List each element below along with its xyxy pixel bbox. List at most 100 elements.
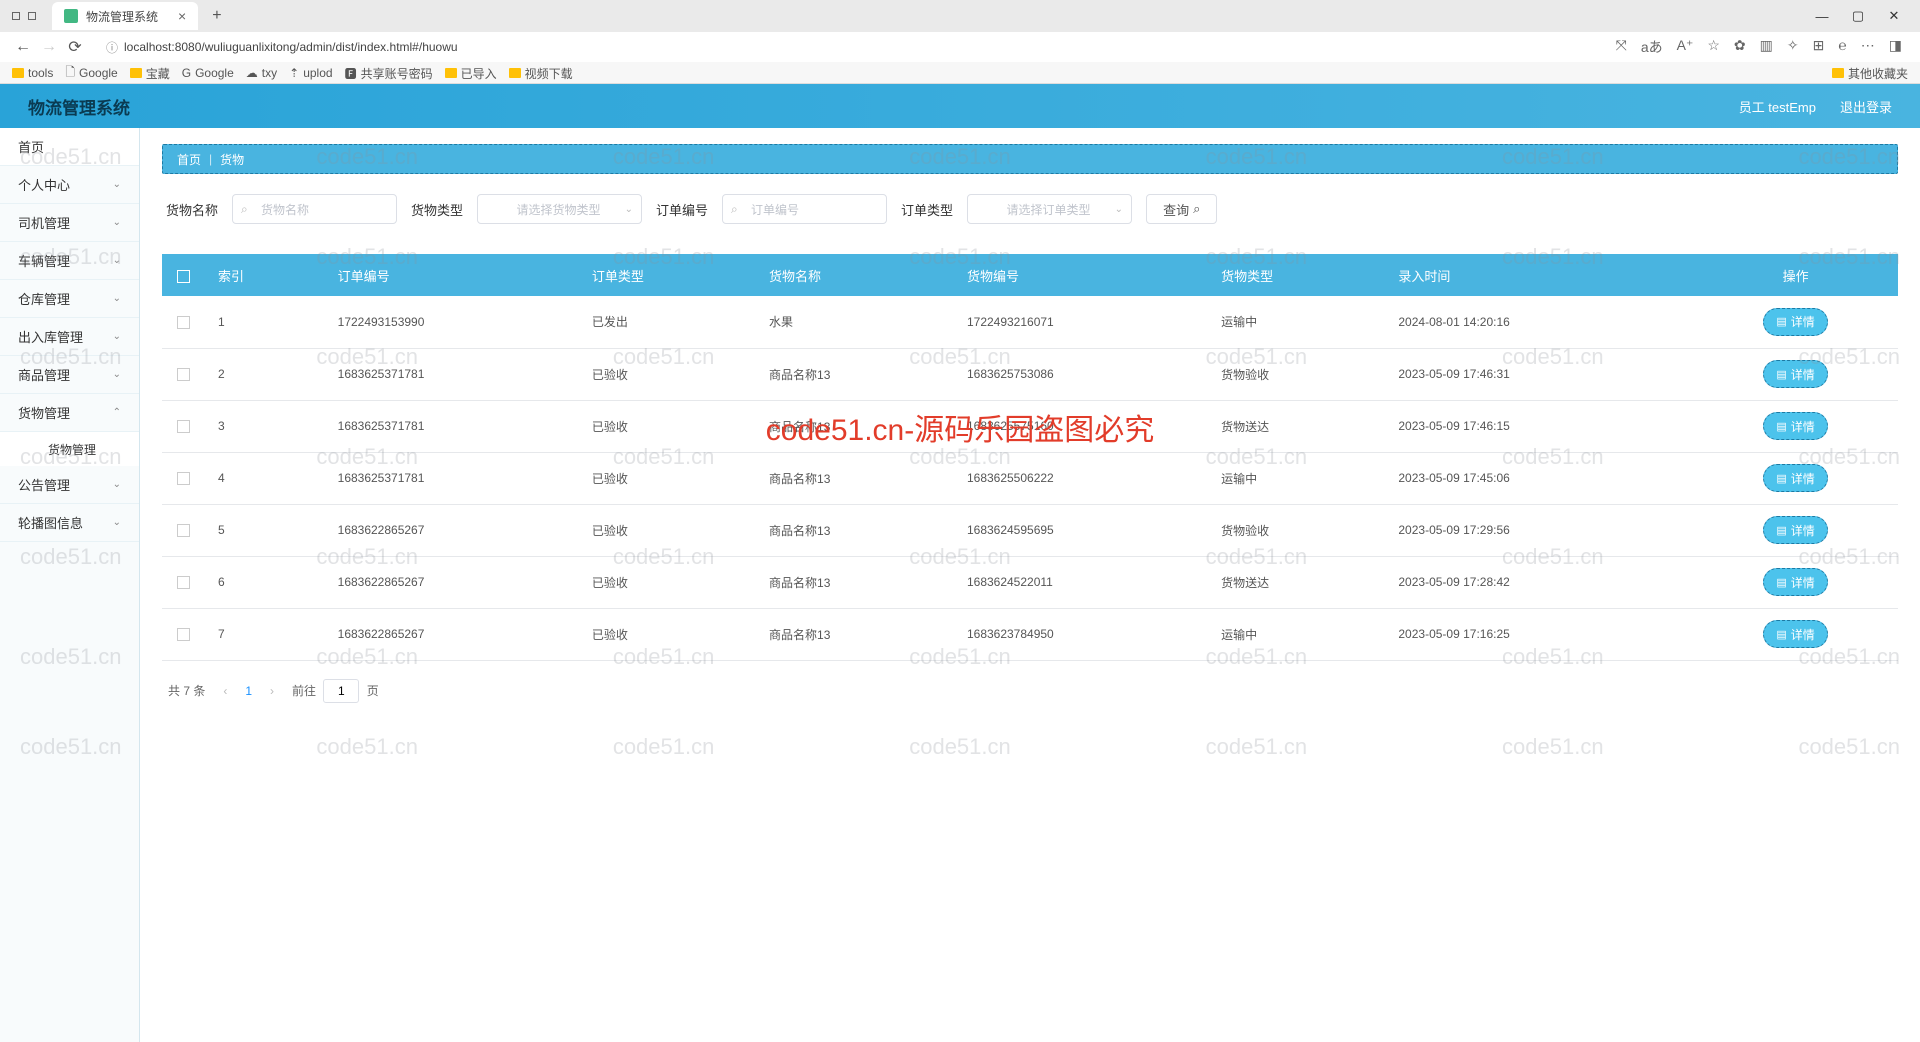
detail-button[interactable]: ▤详情 (1763, 412, 1827, 440)
bookmark-item[interactable]: 🗋 Google (65, 63, 117, 84)
row-checkbox[interactable] (177, 420, 190, 433)
info-icon: ⓘ (106, 39, 118, 56)
detail-button[interactable]: ▤详情 (1763, 516, 1827, 544)
sidebar-item-personal[interactable]: 个人中心⌄ (0, 166, 139, 204)
cell-time: 2023-05-09 17:28:42 (1384, 556, 1693, 608)
detail-button[interactable]: ▤详情 (1763, 360, 1827, 388)
cell-time: 2023-05-09 17:45:06 (1384, 452, 1693, 504)
tab-title: 物流管理系统 (86, 8, 158, 25)
back-button[interactable]: ← (10, 34, 36, 60)
sidebar-icon[interactable]: ◨ (1889, 37, 1902, 57)
cell-orderno: 1683625371781 (324, 400, 578, 452)
row-checkbox[interactable] (177, 316, 190, 329)
pagination: 共 7 条 ‹ 1 › 前往 页 (162, 661, 1898, 721)
detail-button[interactable]: ▤详情 (1763, 568, 1827, 596)
order-no-input[interactable]: ⌕订单编号 (722, 194, 887, 224)
translate-icon[interactable]: ⤧ (1616, 37, 1627, 57)
sidebar-item-cargo[interactable]: 货物管理⌃ (0, 394, 139, 432)
goto-input[interactable] (323, 679, 359, 703)
sidebar-item-notice[interactable]: 公告管理⌄ (0, 466, 139, 504)
col-cargoname: 货物名称 (755, 254, 953, 296)
cell-cargocode: 1683623784950 (953, 608, 1207, 660)
cell-index: 1 (204, 296, 324, 348)
bookmark-item[interactable]: tools (12, 66, 53, 80)
bookmark-item[interactable]: 已导入 (445, 65, 497, 82)
sidebar-item-home[interactable]: 首页 (0, 128, 139, 166)
sidebar-item-vehicle[interactable]: 车辆管理⌄ (0, 242, 139, 280)
detail-button[interactable]: ▤详情 (1763, 620, 1827, 648)
sidebar-item-carousel[interactable]: 轮播图信息⌄ (0, 504, 139, 542)
cell-orderno: 1683625371781 (324, 452, 578, 504)
bookmark-item[interactable]: ⇡ uplod (289, 66, 332, 80)
bookmark-item[interactable]: 🅵 共享账号密码 (345, 65, 433, 82)
sidebar-item-product[interactable]: 商品管理⌄ (0, 356, 139, 394)
user-label[interactable]: 员工 testEmp (1739, 97, 1816, 116)
vue-favicon (64, 9, 78, 23)
menu-icon[interactable]: ⋯ (1861, 37, 1875, 57)
bookmark-item[interactable]: G Google (182, 66, 234, 80)
select-all-checkbox[interactable] (177, 270, 190, 283)
forward-button[interactable]: → (36, 34, 62, 60)
extensions-icon[interactable]: ⊞ (1813, 37, 1825, 57)
detail-button[interactable]: ▤详情 (1763, 308, 1827, 336)
goto-page: 前往 页 (292, 679, 379, 703)
row-checkbox[interactable] (177, 524, 190, 537)
prev-page-button[interactable]: ‹ (219, 684, 231, 698)
order-type-select[interactable]: 请选择订单类型⌄ (967, 194, 1132, 224)
favorite-icon[interactable]: ☆ (1707, 37, 1720, 57)
cell-cargotype: 货物验收 (1207, 504, 1384, 556)
logout-button[interactable]: 退出登录 (1840, 97, 1892, 116)
row-checkbox[interactable] (177, 368, 190, 381)
cell-cargocode: 1722493216071 (953, 296, 1207, 348)
cargo-table: 索引 订单编号 订单类型 货物名称 货物编号 货物类型 录入时间 操作 1 17… (162, 254, 1898, 661)
sidebar-subitem-cargo[interactable]: 货物管理 (0, 432, 139, 466)
settings-icon[interactable]: ✿ (1734, 37, 1746, 57)
table-row: 7 1683622865267 已验收 商品名称13 1683623784950… (162, 608, 1898, 660)
pagination-total: 共 7 条 (168, 682, 205, 699)
split-icon[interactable]: ▥ (1760, 37, 1773, 57)
cell-cargocode: 1683625575160 (953, 400, 1207, 452)
detail-button[interactable]: ▤详情 (1763, 464, 1827, 492)
maximize-button[interactable]: ▢ (1840, 2, 1876, 30)
url-input[interactable]: ⓘ localhost:8080/wuliuguanlixitong/admin… (98, 35, 1606, 59)
new-tab-button[interactable]: + (206, 7, 227, 25)
sidebar-item-driver[interactable]: 司机管理⌄ (0, 204, 139, 242)
cell-orderno: 1683622865267 (324, 608, 578, 660)
collections-icon[interactable]: ✧ (1787, 37, 1799, 57)
row-checkbox[interactable] (177, 576, 190, 589)
minimize-button[interactable]: — (1804, 2, 1840, 30)
text-size-icon[interactable]: A⁺ (1677, 37, 1694, 57)
col-cargocode: 货物编号 (953, 254, 1207, 296)
page-number[interactable]: 1 (245, 684, 252, 698)
sidebar-item-warehouse[interactable]: 仓库管理⌄ (0, 280, 139, 318)
row-checkbox[interactable] (177, 628, 190, 641)
bookmark-item[interactable]: 视频下载 (509, 65, 573, 82)
doc-icon: ▤ (1776, 420, 1786, 433)
cell-index: 6 (204, 556, 324, 608)
cargo-type-select[interactable]: 请选择货物类型⌄ (477, 194, 642, 224)
refresh-button[interactable]: ⟳ (62, 34, 88, 60)
wallet-icon[interactable]: ℮ (1838, 37, 1846, 57)
cell-index: 2 (204, 348, 324, 400)
chevron-down-icon: ⌄ (625, 204, 633, 215)
cell-cargoname: 商品名称13 (755, 452, 953, 504)
next-page-button[interactable]: › (266, 684, 278, 698)
browser-tab[interactable]: 物流管理系统 × (52, 2, 198, 30)
read-aloud-icon[interactable]: aあ (1641, 37, 1663, 57)
bookmark-other[interactable]: 其他收藏夹 (1832, 65, 1908, 82)
bookmark-item[interactable]: ☁ txy (246, 66, 277, 80)
cell-cargocode: 1683625506222 (953, 452, 1207, 504)
search-button[interactable]: 查询⌕ (1146, 194, 1217, 224)
chevron-down-icon: ⌄ (113, 369, 121, 380)
close-window-button[interactable]: ✕ (1876, 2, 1912, 30)
doc-icon: ▤ (1776, 628, 1786, 641)
bookmark-item[interactable]: 宝藏 (130, 65, 170, 82)
sidebar-item-inout[interactable]: 出入库管理⌄ (0, 318, 139, 356)
cell-cargoname: 商品名称13 (755, 608, 953, 660)
app-header: 物流管理系统 员工 testEmp 退出登录 (0, 84, 1920, 128)
row-checkbox[interactable] (177, 472, 190, 485)
cargo-name-input[interactable]: ⌕货物名称 (232, 194, 397, 224)
crumb-home[interactable]: 首页 (177, 151, 201, 168)
tab-close-icon[interactable]: × (178, 8, 186, 24)
chevron-down-icon: ⌄ (113, 179, 121, 190)
